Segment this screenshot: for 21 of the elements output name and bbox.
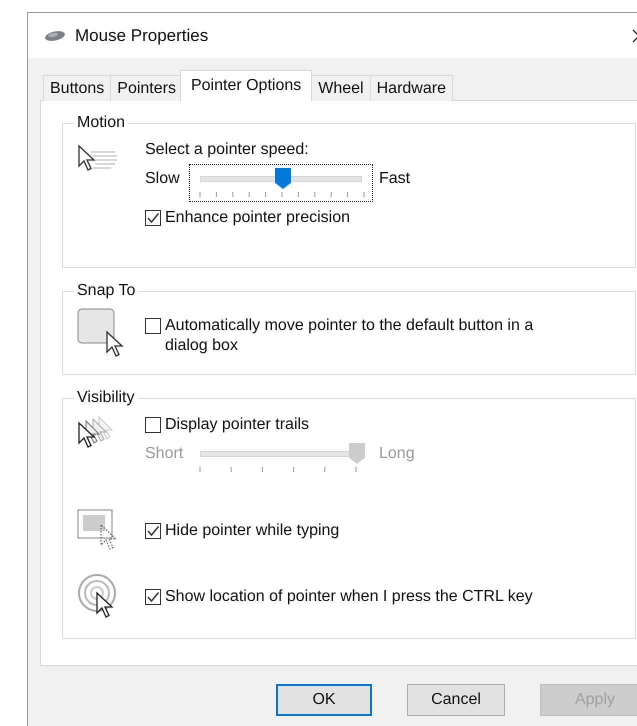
- tab[interactable]: Pointers: [110, 75, 183, 101]
- tab[interactable]: Buttons: [43, 75, 112, 101]
- group-title: Snap To: [76, 282, 136, 300]
- group-title: Visibility: [76, 389, 136, 407]
- checkbox[interactable]: Enhance pointer precision: [145, 208, 423, 228]
- tab[interactable]: Wheel: [311, 75, 371, 101]
- checkbox[interactable]: Hide pointer while typing: [145, 521, 340, 541]
- checkbox[interactable]: Automatically move pointer to the default button in a dialog box: [145, 300, 555, 356]
- fast-label: Fast: [379, 170, 412, 188]
- checkbox[interactable]: Show location of pointer when I press the CTRL key: [145, 587, 533, 607]
- long-label: Long: [379, 445, 416, 463]
- group-title: Motion: [76, 114, 126, 132]
- speed-label: Select a pointer speed:: [145, 140, 310, 160]
- short-label: Short: [145, 445, 184, 463]
- checkbox[interactable]: Display pointer trails: [145, 415, 423, 435]
- slow-label: Slow: [145, 170, 181, 188]
- tab[interactable]: Pointer Options: [180, 70, 312, 101]
- window-title: Mouse Properties: [75, 26, 208, 46]
- tab[interactable]: Hardware: [370, 75, 453, 101]
- dialog-button[interactable]: Cancel: [407, 684, 505, 716]
- dialog-button[interactable]: OK: [276, 684, 372, 716]
